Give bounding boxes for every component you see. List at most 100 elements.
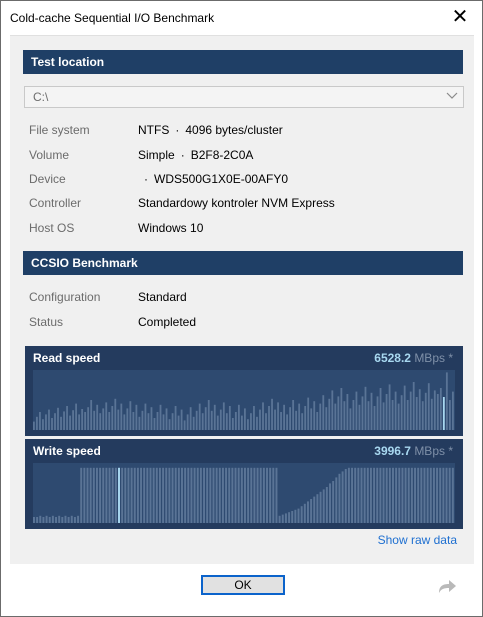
- read-speed-bar: [259, 409, 261, 430]
- read-speed-graph: Read speed 6528.2 MBps *: [25, 346, 463, 436]
- write-speed-bar: [275, 467, 278, 523]
- write-speed-bar: [240, 467, 243, 523]
- write-speed-bar: [51, 515, 54, 523]
- info-value: Completed: [138, 315, 197, 329]
- read-speed-bar: [84, 412, 87, 430]
- write-speed-bar: [253, 467, 256, 523]
- write-speed-bar: [319, 491, 322, 523]
- info-label: Device: [29, 172, 66, 186]
- read-speed-bar: [256, 416, 258, 430]
- read-speed-bar: [228, 406, 231, 430]
- read-speed-value: 6528.2: [374, 351, 411, 365]
- write-speed-bar: [388, 467, 391, 523]
- read-speed-bar: [286, 414, 289, 430]
- read-speed-bar: [250, 413, 252, 430]
- read-speed-bar: [355, 391, 358, 430]
- write-speed-bar: [288, 512, 291, 523]
- write-speed-bar: [111, 467, 114, 523]
- write-speed-bar: [395, 467, 398, 523]
- write-speed-bar: [149, 467, 152, 523]
- read-speed-bar: [427, 383, 430, 430]
- write-speed-bar: [225, 467, 228, 523]
- read-speed-bar: [367, 401, 370, 430]
- read-speed-bar: [328, 398, 331, 430]
- write-speed-bar: [61, 517, 64, 523]
- write-speed-bar: [80, 467, 83, 523]
- write-speed-bar: [366, 467, 369, 523]
- read-speed-bar: [240, 415, 243, 430]
- write-speed-bar: [73, 517, 76, 523]
- info-label: Host OS: [29, 221, 75, 235]
- read-speed-title: Read speed: [33, 351, 101, 365]
- read-speed-bar: [280, 412, 282, 430]
- read-speed-bar: [403, 385, 406, 430]
- close-icon[interactable]: ✕: [450, 7, 470, 27]
- write-speed-bar: [67, 517, 70, 523]
- write-speed-bar: [392, 467, 394, 523]
- write-speed-bar: [329, 483, 331, 523]
- write-speed-bar: [168, 467, 171, 523]
- chevron-down-icon[interactable]: [443, 88, 461, 106]
- read-speed-bar: [117, 409, 120, 430]
- write-speed-bar: [373, 467, 376, 523]
- drive-select[interactable]: C:\: [24, 86, 464, 108]
- read-speed-bar: [42, 419, 44, 430]
- share-arrow-icon[interactable]: [437, 578, 457, 594]
- write-speed-bar: [108, 467, 111, 523]
- write-speed-bar: [155, 467, 158, 523]
- read-speed-bar: [138, 416, 141, 430]
- write-speed-bar: [105, 467, 108, 523]
- read-speed-bar: [448, 400, 451, 430]
- write-speed-bar: [439, 467, 442, 523]
- write-speed-bar: [174, 467, 177, 523]
- write-speed-title: Write speed: [33, 444, 101, 458]
- read-speed-bar: [349, 408, 352, 430]
- read-speed-bar: [442, 397, 445, 430]
- write-speed-bar: [306, 501, 309, 523]
- write-speed-bar: [410, 467, 413, 523]
- write-speed-bar: [442, 467, 445, 523]
- read-speed-bar: [415, 397, 418, 430]
- read-speed-bar: [310, 408, 313, 430]
- read-speed-bar: [171, 413, 174, 430]
- read-speed-bar: [268, 406, 270, 430]
- write-speed-bar: [385, 467, 388, 523]
- read-speed-bar: [207, 400, 210, 430]
- write-speed-bar: [228, 467, 231, 523]
- write-speed-bar: [291, 511, 294, 523]
- read-speed-bar: [72, 410, 74, 430]
- ok-button[interactable]: OK: [201, 575, 285, 595]
- write-speed-bar: [262, 467, 265, 523]
- read-speed-bar: [69, 415, 71, 430]
- write-speed-bar: [196, 467, 199, 523]
- read-speed-bar: [298, 403, 301, 430]
- write-speed-bar: [332, 481, 335, 523]
- write-speed-bar: [351, 467, 354, 523]
- read-speed-bar: [231, 418, 234, 430]
- drive-select-value: C:\: [33, 90, 49, 104]
- write-speed-bar: [209, 467, 212, 523]
- read-speed-bar: [295, 410, 298, 430]
- read-speed-bar: [102, 408, 105, 430]
- read-speed-bar: [331, 390, 334, 430]
- write-speed-bar: [281, 514, 284, 523]
- read-speed-bar: [265, 413, 267, 430]
- read-speed-bar: [418, 389, 421, 430]
- write-speed-bar: [407, 467, 410, 523]
- write-speed-bar: [36, 517, 39, 523]
- write-speed-bar: [420, 467, 423, 523]
- read-speed-bars: [33, 370, 455, 430]
- show-raw-data-link[interactable]: Show raw data: [378, 533, 457, 547]
- write-speed-bar: [426, 467, 429, 523]
- read-speed-bar: [144, 403, 147, 430]
- write-speed-bar: [414, 467, 417, 523]
- write-speed-bar: [272, 467, 275, 523]
- read-speed-bar: [424, 392, 427, 430]
- read-speed-bar: [141, 410, 144, 430]
- read-speed-bar: [253, 406, 255, 430]
- read-speed-bar: [325, 407, 328, 430]
- write-speed-bar: [247, 467, 250, 523]
- write-speed-bar: [39, 515, 42, 523]
- window-title: Cold-cache Sequential I/O Benchmark: [10, 11, 215, 25]
- read-speed-bar: [192, 416, 195, 430]
